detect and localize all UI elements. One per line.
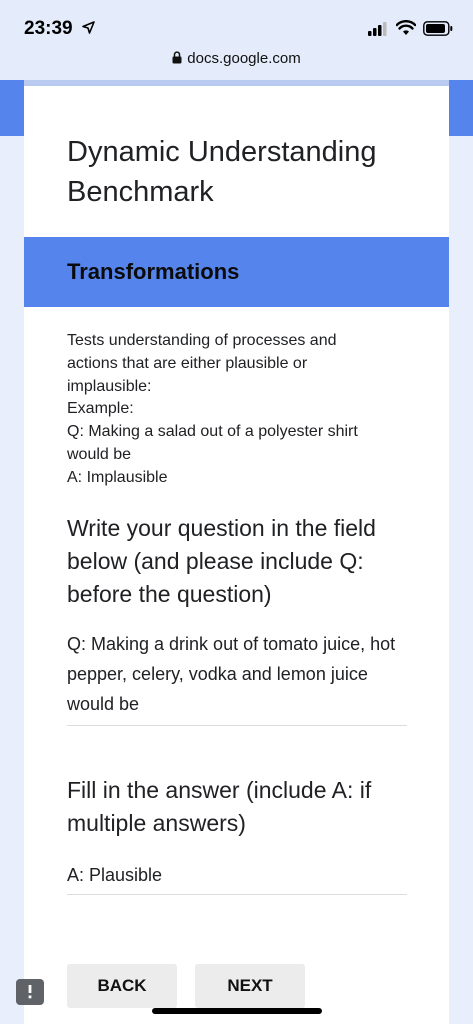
section-accent-left <box>0 80 24 136</box>
description-line: Q: Making a salad out of a polyester shi… <box>67 423 358 441</box>
question-2-answer-field[interactable]: A: Plausible <box>67 860 407 895</box>
location-arrow-icon <box>82 21 95 39</box>
feedback-icon <box>28 985 32 999</box>
battery-icon <box>423 21 453 41</box>
wifi-icon <box>395 20 417 41</box>
description-line: implausible: <box>67 377 152 395</box>
signal-icon <box>368 22 388 41</box>
home-indicator <box>152 1008 322 1014</box>
section-accent-right <box>449 80 473 136</box>
back-button[interactable]: BACK <box>67 964 177 1008</box>
form-card: Dynamic Understanding Benchmark Transfor… <box>24 80 449 1024</box>
next-button[interactable]: NEXT <box>195 964 305 1008</box>
url-text: docs.google.com <box>187 50 301 67</box>
section-header: Transformations <box>24 237 449 307</box>
description-line: A: Implausible <box>67 468 168 486</box>
form-title: Dynamic Understanding Benchmark <box>67 136 377 208</box>
question-1-answer-field[interactable]: Q: Making a drink out of tomato juice, h… <box>67 629 407 726</box>
status-time: 23:39 <box>24 18 73 39</box>
description-line: would be <box>67 445 132 463</box>
question-2-title: Fill in the answer (include A: if multip… <box>67 777 372 836</box>
section-description: Tests understanding of processes and act… <box>67 330 412 490</box>
description-line: actions that are either plausible or <box>67 354 308 372</box>
feedback-button[interactable] <box>16 979 44 1005</box>
section-title: Transformations <box>67 259 240 284</box>
description-line: Example: <box>67 400 134 418</box>
description-line: Tests understanding of processes and <box>67 332 337 349</box>
url-bar[interactable]: docs.google.com <box>0 50 473 68</box>
question-1-title: Write your question in the field below (… <box>67 515 376 607</box>
lock-icon <box>172 51 182 68</box>
status-bar: 23:39 docs.google.com <box>0 0 473 80</box>
